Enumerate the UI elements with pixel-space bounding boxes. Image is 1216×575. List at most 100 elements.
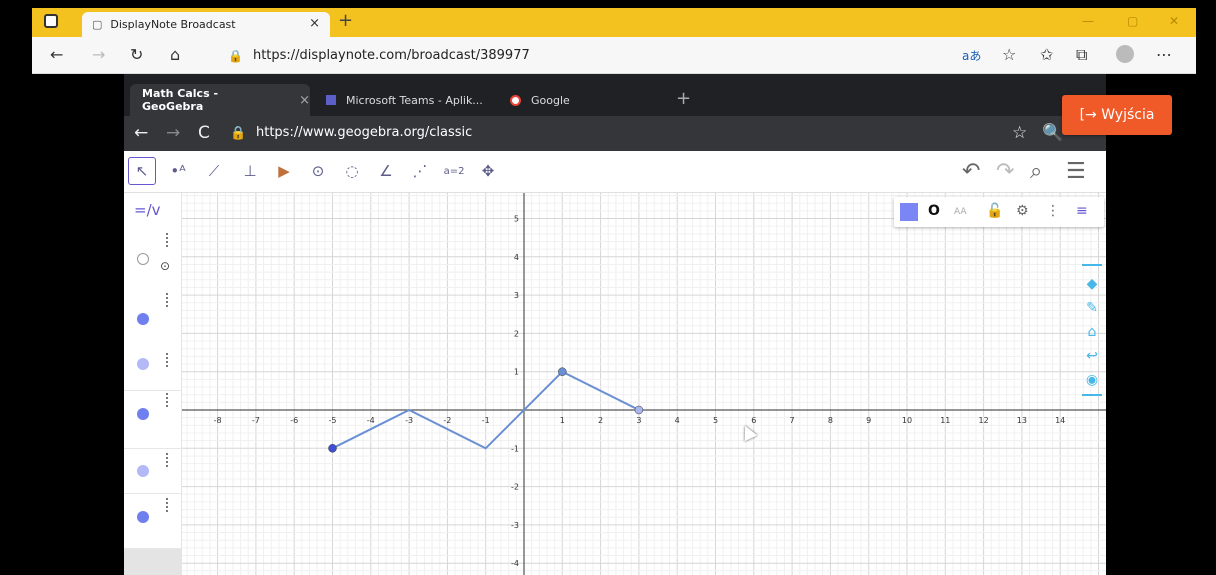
read-aloud-icon[interactable]: aあ <box>962 47 981 64</box>
edge-toolbar: ← → ↻ ⌂ 🔒 https://displaynote.com/broadc… <box>32 37 1196 74</box>
x-tick-label: 1 <box>560 416 565 425</box>
favorite-star-icon[interactable]: ☆ <box>1002 45 1016 64</box>
teams-icon <box>326 95 336 105</box>
letterbox-right <box>1196 0 1216 575</box>
play-icon[interactable]: ⊙ <box>160 259 170 273</box>
address-bar[interactable]: 🔒 https://displaynote.com/broadcast/3899… <box>228 41 968 70</box>
algebra-view: =/v ⊙ <box>124 193 182 575</box>
chrome-tab-label: Math Calcs - GeoGebra <box>142 87 219 113</box>
lock-icon[interactable]: 🔓 <box>986 203 1003 219</box>
redo-icon[interactable]: ↷ <box>996 159 1014 184</box>
x-tick-label: -4 <box>367 416 375 425</box>
line-tool-icon[interactable]: ⟋ <box>200 157 228 185</box>
polygon-tool-icon[interactable]: ▶ <box>270 157 298 185</box>
y-tick-label: 3 <box>514 291 519 300</box>
collections-icon[interactable]: ⧉ <box>1076 45 1087 65</box>
y-tick-label: -1 <box>511 444 519 453</box>
pen-icon[interactable]: ✎ <box>1082 300 1102 316</box>
eraser-icon[interactable]: ◆ <box>1082 276 1102 292</box>
y-tick-label: 2 <box>514 329 519 338</box>
back-arrow-icon[interactable]: ← <box>134 123 148 143</box>
search-icon[interactable]: ⌕ <box>1030 159 1042 184</box>
graphics-view[interactable]: -8 -7 -6 -5 -4 -3 -2 -1 1 2 3 4 5 6 7 8 9 10 11 12 13 14-4-3-… <box>182 193 1106 575</box>
close-icon[interactable]: × <box>299 93 310 108</box>
y-tick-label: 5 <box>514 215 519 224</box>
more-menu-icon[interactable]: ⋮ <box>1046 203 1060 219</box>
more-menu-icon[interactable]: ⋯ <box>1156 45 1172 64</box>
home-icon[interactable]: ⌂ <box>170 45 180 64</box>
more-menu-icon[interactable] <box>166 498 169 512</box>
window-close-icon[interactable]: ✕ <box>1169 14 1179 28</box>
algebra-header: =/v <box>134 201 161 219</box>
forward-arrow-icon[interactable]: → <box>92 45 105 64</box>
bookmark-star-icon[interactable]: ☆ <box>1012 123 1027 143</box>
screenshot-icon[interactable]: ◉ <box>1082 372 1102 388</box>
edge-tab-bar: ▢ DisplayNote Broadcast × + — ▢ ✕ <box>32 8 1196 37</box>
move-tool-icon[interactable]: ↖ <box>128 157 156 185</box>
visibility-toggle[interactable] <box>137 465 149 477</box>
visibility-toggle[interactable] <box>137 313 149 325</box>
chrome-toolbar: ← → C 🔒 https://www.geogebra.org/classic… <box>124 116 1106 151</box>
toggle-style-bar-icon[interactable]: ≡ <box>1076 203 1088 219</box>
point-tool-icon[interactable]: •ᴬ <box>164 157 192 185</box>
more-menu-icon[interactable] <box>166 393 169 407</box>
refresh-icon[interactable]: C <box>198 123 210 143</box>
annotation-toolbar: ◆ ✎ ⌂ ↩ ◉ <box>1082 264 1102 464</box>
chrome-tab-label: Google <box>531 93 570 107</box>
move-view-tool-icon[interactable]: ✥ <box>474 157 502 185</box>
minimize-icon[interactable]: — <box>1082 14 1094 28</box>
highlighter-icon[interactable]: ⌂ <box>1082 324 1102 340</box>
chrome-tab-geogebra[interactable]: Math Calcs - GeoGebra × <box>130 84 310 116</box>
x-tick-label: 3 <box>636 416 641 425</box>
y-tick-label: -4 <box>511 559 519 568</box>
undo-icon[interactable]: ↩ <box>1082 348 1102 364</box>
divider <box>124 448 182 449</box>
label-style-icon[interactable]: AA <box>954 207 967 217</box>
undo-icon[interactable]: ↶ <box>962 159 980 184</box>
divider <box>124 390 182 391</box>
angle-tool-icon[interactable]: ∠ <box>372 157 400 185</box>
reflect-tool-icon[interactable]: ⋰ <box>406 157 434 185</box>
more-menu-icon[interactable] <box>166 293 169 307</box>
visibility-toggle[interactable] <box>137 511 149 523</box>
style-bar: O AA 🔓 ⚙ ⋮ ≡ <box>894 197 1104 227</box>
search-icon[interactable]: 🔍 <box>1042 123 1063 143</box>
y-tick-label: 4 <box>514 253 519 262</box>
close-icon[interactable]: × <box>309 16 320 31</box>
new-tab-button[interactable]: + <box>338 10 353 31</box>
edge-tab-displaynote[interactable]: ▢ DisplayNote Broadcast × <box>82 12 330 37</box>
geogebra-toolbar: ↖ •ᴬ ⟋ ⊥ ▶ ⊙ ◌ ∠ ⋰ a=2 ✥ ↶ ↷ ⌕ ☰ <box>124 151 1106 193</box>
exit-button[interactable]: [→ Wyjścia <box>1062 95 1172 135</box>
algebra-row-selected[interactable] <box>124 549 182 575</box>
screen: ▢ DisplayNote Broadcast × + — ▢ ✕ ← → ↻ … <box>0 0 1216 575</box>
favorites-list-icon[interactable]: ✩ <box>1040 45 1053 64</box>
more-menu-icon[interactable] <box>166 233 169 247</box>
edge-workspace-icon[interactable] <box>44 14 58 28</box>
slider-tool-icon[interactable]: a=2 <box>440 157 468 185</box>
chrome-tab-teams[interactable]: Microsoft Teams - Aplik... <box>314 84 494 116</box>
main-menu-icon[interactable]: ☰ <box>1066 159 1086 184</box>
perpendicular-tool-icon[interactable]: ⊥ <box>236 157 264 185</box>
visibility-toggle[interactable] <box>137 408 149 420</box>
back-arrow-icon[interactable]: ← <box>50 45 63 64</box>
chrome-tab-google[interactable]: Google <box>498 84 668 116</box>
circle-tool-icon[interactable]: ⊙ <box>304 157 332 185</box>
maximize-icon[interactable]: ▢ <box>1127 14 1138 28</box>
gear-icon[interactable]: ⚙ <box>1016 203 1029 219</box>
forward-arrow-icon[interactable]: → <box>166 123 180 143</box>
x-tick-label: 9 <box>866 416 871 425</box>
x-tick-label: -6 <box>290 416 298 425</box>
visibility-toggle[interactable] <box>137 253 149 265</box>
visibility-toggle[interactable] <box>137 358 149 370</box>
more-menu-icon[interactable] <box>166 453 169 467</box>
conic-tool-icon[interactable]: ◌ <box>338 157 366 185</box>
profile-icon[interactable] <box>1116 45 1134 67</box>
new-tab-button[interactable]: + <box>676 88 691 109</box>
more-menu-icon[interactable] <box>166 353 169 367</box>
data-point <box>634 405 644 415</box>
chrome-address-url[interactable]: https://www.geogebra.org/classic <box>256 125 472 140</box>
letterbox-top <box>0 0 1216 8</box>
color-swatch[interactable] <box>900 203 918 221</box>
point-style-icon[interactable]: O <box>928 203 940 219</box>
refresh-icon[interactable]: ↻ <box>130 45 143 64</box>
